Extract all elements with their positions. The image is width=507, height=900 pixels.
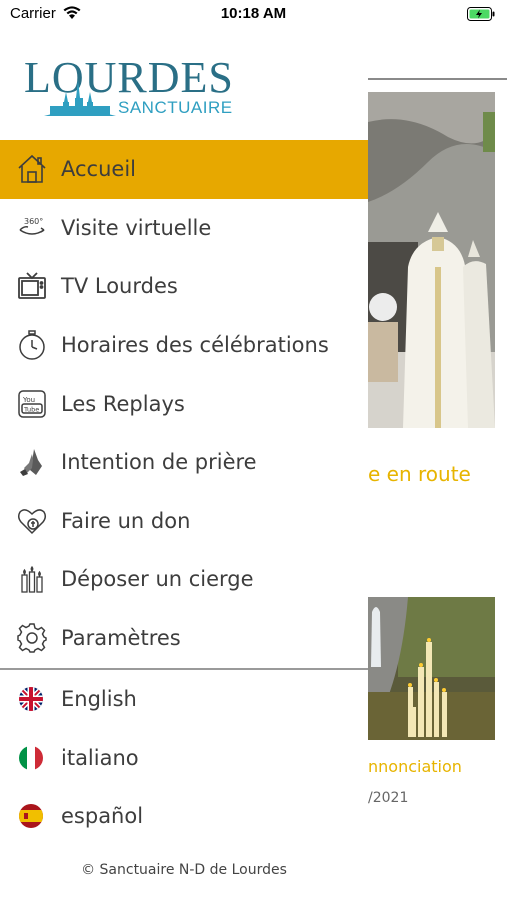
menu-label: Intention de prière bbox=[61, 450, 257, 475]
menu-item-replays[interactable]: You Tube Les Replays bbox=[0, 374, 368, 433]
spain-flag-icon bbox=[19, 804, 43, 829]
main-menu: Accueil 360° Visite virtuelle TV Lourdes… bbox=[0, 140, 368, 667]
background-headline-1[interactable]: e en route bbox=[368, 462, 471, 486]
svg-text:Tube: Tube bbox=[23, 405, 39, 413]
praying-hands-icon bbox=[16, 446, 48, 478]
logo-subtitle: SANCTUAIRE bbox=[118, 98, 233, 117]
svg-text:You: You bbox=[22, 396, 35, 404]
language-label: italiano bbox=[61, 745, 139, 770]
menu-label: Accueil bbox=[61, 157, 136, 182]
svg-text:360°: 360° bbox=[24, 217, 43, 226]
menu-item-don[interactable]: Faire un don bbox=[0, 492, 368, 551]
language-label: español bbox=[61, 804, 144, 829]
tv-icon bbox=[16, 270, 48, 302]
menu-item-horaires[interactable]: Horaires des célébrations bbox=[0, 316, 368, 375]
menu-item-intention[interactable]: Intention de prière bbox=[0, 433, 368, 492]
battery-icon bbox=[467, 6, 495, 25]
lourdes-logo: LOURDES SANCTUAIRE bbox=[24, 53, 234, 122]
copyright-text: © Sanctuaire N-D de Lourdes bbox=[81, 862, 287, 878]
language-item-espanol[interactable]: español bbox=[0, 787, 368, 846]
menu-label: TV Lourdes bbox=[61, 274, 178, 299]
menu-item-cierge[interactable]: Déposer un cierge bbox=[0, 550, 368, 609]
stopwatch-icon bbox=[16, 329, 48, 361]
heart-donation-icon bbox=[16, 505, 48, 537]
youtube-icon: You Tube bbox=[16, 388, 48, 420]
uk-flag-icon bbox=[19, 687, 43, 712]
grotto-photo[interactable] bbox=[368, 92, 495, 428]
background-page: e en route nnonciation /2021 bbox=[368, 0, 507, 900]
italy-flag-icon bbox=[19, 745, 43, 770]
home-icon bbox=[16, 153, 48, 185]
language-list: English italiano español bbox=[0, 670, 368, 846]
language-label: English bbox=[61, 687, 137, 712]
clock: 10:18 AM bbox=[220, 5, 287, 22]
menu-label: Horaires des célébrations bbox=[61, 333, 329, 358]
gear-icon bbox=[16, 622, 48, 654]
language-item-italiano[interactable]: italiano bbox=[0, 729, 368, 788]
background-headline-2[interactable]: nnonciation bbox=[368, 757, 462, 776]
basilica-icon bbox=[44, 78, 116, 122]
side-drawer: LOURDES SANCTUAIRE Accueil 360° Visite v… bbox=[0, 0, 368, 900]
status-bar: Carrier 10:18 AM bbox=[0, 0, 507, 28]
background-divider bbox=[368, 78, 507, 80]
menu-label: Visite virtuelle bbox=[61, 215, 212, 240]
menu-label: Faire un don bbox=[61, 508, 191, 533]
candles-photo[interactable] bbox=[368, 597, 495, 740]
menu-label: Paramètres bbox=[61, 626, 181, 651]
menu-label: Les Replays bbox=[61, 391, 185, 416]
menu-item-accueil[interactable]: Accueil bbox=[0, 140, 368, 199]
background-date: /2021 bbox=[368, 790, 409, 806]
menu-item-visite-virtuelle[interactable]: 360° Visite virtuelle bbox=[0, 199, 368, 258]
candles-icon bbox=[16, 563, 48, 595]
menu-label: Déposer un cierge bbox=[61, 567, 254, 592]
language-item-english[interactable]: English bbox=[0, 670, 368, 729]
menu-item-parametres[interactable]: Paramètres bbox=[0, 609, 368, 668]
360-view-icon: 360° bbox=[16, 212, 48, 244]
menu-item-tv-lourdes[interactable]: TV Lourdes bbox=[0, 257, 368, 316]
